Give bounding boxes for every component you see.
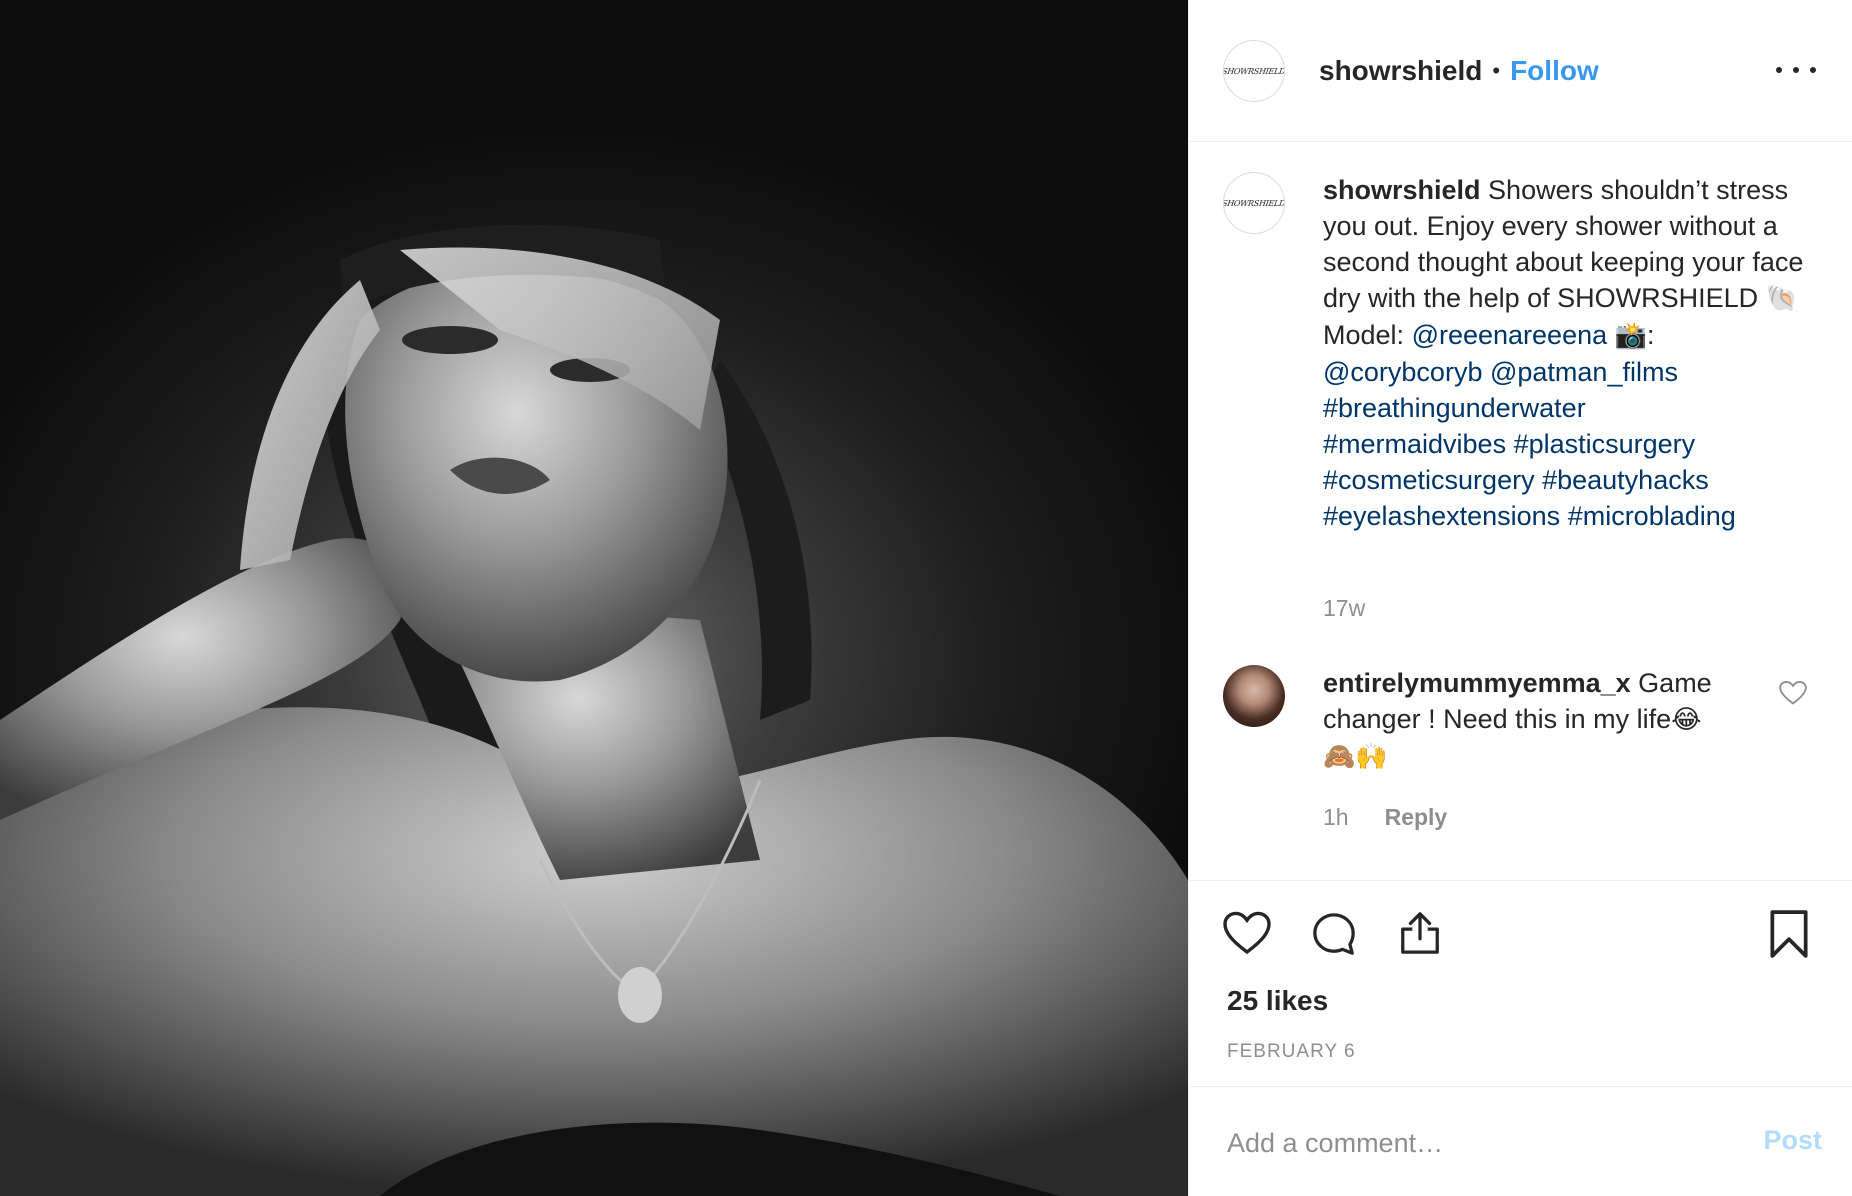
mention-photographer-2[interactable]: @patman_films <box>1490 357 1678 387</box>
share-icon[interactable] <box>1397 909 1443 957</box>
more-dot <box>1776 67 1782 73</box>
camera-emoji: 📸 <box>1614 321 1648 351</box>
caption-author-avatar[interactable]: SHOWRSHIELD <box>1223 172 1285 234</box>
see-no-evil-emoji: 🙈 <box>1323 742 1356 772</box>
hashtag-link[interactable]: #beautyhacks <box>1542 465 1709 495</box>
comment-input[interactable] <box>1227 1123 1707 1163</box>
comment-icon[interactable] <box>1311 911 1357 957</box>
heart-icon[interactable] <box>1223 911 1271 955</box>
post-date: FEBRUARY 6 <box>1227 1041 1356 1062</box>
instagram-post: SHOWRSHIELD showrshield • Follow SHOWRSH… <box>0 0 1852 1196</box>
hashtag-link[interactable]: #microblading <box>1568 501 1736 531</box>
raised-hands-emoji: 🙌 <box>1355 742 1388 772</box>
colon: : <box>1647 320 1655 350</box>
bookmark-icon[interactable] <box>1767 909 1811 959</box>
separator-dot: • <box>1492 58 1501 83</box>
header-line: showrshield • Follow <box>1319 54 1599 88</box>
photo-illustration <box>0 224 1188 1196</box>
mention-photographer-1[interactable]: @corybcoryb <box>1323 357 1482 387</box>
heart-small-icon[interactable] <box>1779 680 1807 706</box>
more-options-icon[interactable] <box>1776 58 1816 82</box>
hashtag-link[interactable]: #plasticsurgery <box>1514 429 1696 459</box>
mention-model[interactable]: @reeenareeena <box>1412 320 1608 350</box>
more-dot <box>1793 67 1799 73</box>
showrshield-logo: SHOWRSHIELD <box>1223 198 1285 208</box>
reply-button[interactable]: Reply <box>1385 804 1448 831</box>
model-label: Model: <box>1323 320 1405 350</box>
post-photo[interactable] <box>0 0 1188 1196</box>
post-button[interactable]: Post <box>1763 1125 1822 1156</box>
add-comment-bar: Post <box>1189 1086 1852 1196</box>
caption-username[interactable]: showrshield <box>1323 175 1481 205</box>
hashtag-link[interactable]: #eyelashextensions <box>1323 501 1560 531</box>
follow-button[interactable]: Follow <box>1510 54 1599 88</box>
commenter-username[interactable]: entirelymummyemma_x <box>1323 668 1631 698</box>
comment: entirelymummyemma_x Game changer ! Need … <box>1323 665 1743 775</box>
shell-emoji: 🐚 <box>1765 284 1799 314</box>
hashtag-link[interactable]: #cosmeticsurgery <box>1323 465 1535 495</box>
post-sidebar: SHOWRSHIELD showrshield • Follow SHOWRSH… <box>1188 0 1852 1196</box>
caption-timestamp[interactable]: 17w <box>1323 595 1365 622</box>
hashtag-link[interactable]: #breathingunderwater <box>1323 393 1586 423</box>
author-avatar[interactable]: SHOWRSHIELD <box>1223 40 1285 102</box>
author-username[interactable]: showrshield <box>1319 54 1482 88</box>
post-caption: showrshield Showers shouldn’t stress you… <box>1323 172 1823 534</box>
post-header: SHOWRSHIELD showrshield • Follow <box>1189 0 1852 142</box>
more-dot <box>1810 67 1816 73</box>
comment-meta: 1h Reply <box>1323 804 1447 831</box>
joy-emoji: 😂 <box>1671 705 1702 735</box>
showrshield-logo: SHOWRSHIELD <box>1223 66 1285 76</box>
hashtag-link[interactable]: #mermaidvibes <box>1323 429 1506 459</box>
comment-timestamp[interactable]: 1h <box>1323 804 1349 831</box>
commenter-avatar[interactable] <box>1223 665 1285 727</box>
likes-count[interactable]: 25 likes <box>1227 985 1328 1017</box>
